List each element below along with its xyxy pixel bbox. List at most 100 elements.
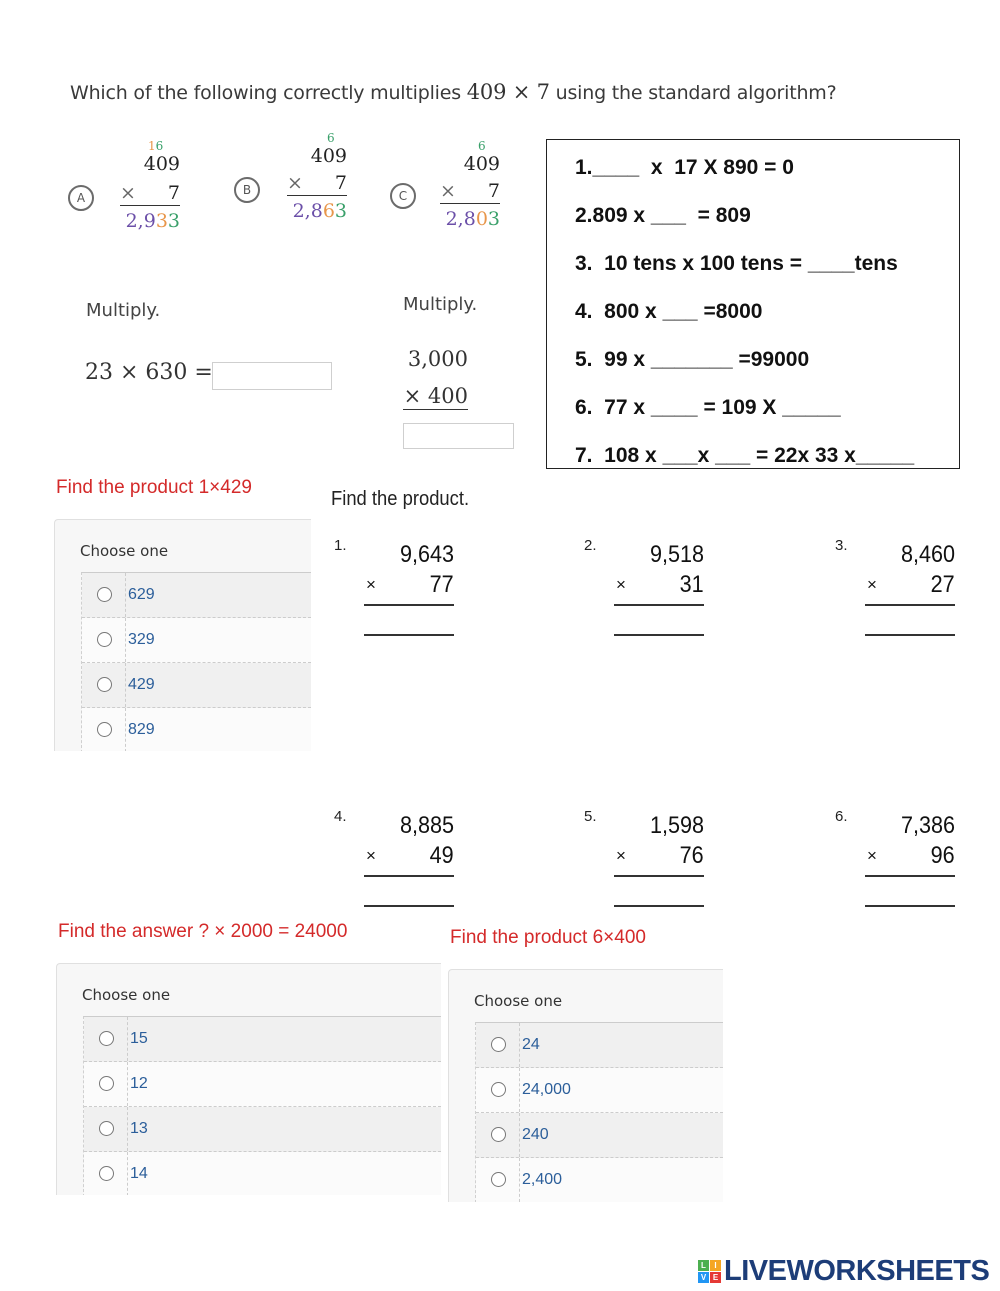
- option-row[interactable]: 829: [82, 708, 311, 751]
- options-list: 24 24,000 240 2,400: [475, 1022, 723, 1202]
- fill-item[interactable]: 3. 10 tens x 100 tens = ____tens: [575, 242, 959, 290]
- multiply-answer-input[interactable]: [403, 423, 514, 449]
- product-problem: 4. 8,885 × 49: [334, 808, 454, 907]
- choose-label: Choose one: [474, 992, 563, 1010]
- option-label[interactable]: 329: [128, 631, 155, 649]
- option-label[interactable]: 12: [130, 1075, 148, 1093]
- option-row[interactable]: 240: [476, 1113, 723, 1158]
- option-row[interactable]: 2,400: [476, 1158, 723, 1202]
- answer-line[interactable]: [364, 905, 454, 907]
- option-label[interactable]: 24: [522, 1036, 540, 1054]
- fill-item[interactable]: 4. 800 x ___ =8000: [575, 290, 959, 338]
- option-c-algorithm: 6 409 × 7 2,803: [440, 139, 500, 230]
- choose-label: Choose one: [80, 542, 169, 560]
- choose-card: Choose one 629 329 429 829: [54, 519, 311, 751]
- carry-digit: 6: [155, 139, 164, 153]
- find-product-title: Find the product.: [331, 488, 470, 510]
- answer-line[interactable]: [865, 634, 955, 636]
- multiply-label: Multiply.: [86, 300, 161, 321]
- fill-item[interactable]: 2.809 x ___ = 809: [575, 194, 959, 242]
- multiplier: 7: [334, 172, 347, 194]
- logo-tile: E: [710, 1272, 721, 1283]
- logo-tile: I: [710, 1260, 721, 1271]
- radio-button[interactable]: [99, 1076, 114, 1091]
- radio-button[interactable]: [491, 1172, 506, 1187]
- product-problem: 1. 9,643 × 77: [334, 537, 454, 636]
- mc-question: Find the product 6×400: [450, 927, 646, 948]
- answer-line[interactable]: [614, 634, 704, 636]
- fill-item[interactable]: 7. 108 x ___x ___ = 22x 33 x_____: [575, 434, 959, 482]
- mc-question: Find the answer ? × 2000 = 24000: [58, 921, 348, 942]
- choose-label: Choose one: [82, 986, 171, 1004]
- option-label[interactable]: 240: [522, 1126, 549, 1144]
- fill-item[interactable]: 6. 77 x ____ = 109 X _____: [575, 386, 959, 434]
- logo-tiles-icon: L I V E: [698, 1260, 721, 1283]
- radio-button[interactable]: [99, 1121, 114, 1136]
- multiplicand: 409: [143, 153, 180, 175]
- option-row[interactable]: 12: [84, 1062, 441, 1107]
- option-row[interactable]: 13: [84, 1107, 441, 1152]
- option-row[interactable]: 629: [82, 573, 311, 618]
- option-c-radio[interactable]: C: [390, 183, 416, 209]
- multiplicand: 409: [463, 153, 500, 175]
- question-suffix: using the standard algorithm?: [555, 82, 837, 104]
- multiply-bottom: × 400: [403, 384, 468, 410]
- carry-digit: 6: [327, 131, 335, 145]
- question-title: Which of the following correctly multipl…: [70, 80, 837, 104]
- carry-digit: 1: [148, 139, 156, 153]
- options-list: 15 12 13 14: [83, 1016, 441, 1195]
- option-label[interactable]: 429: [128, 676, 155, 694]
- times-sign: ×: [287, 172, 303, 194]
- option-label[interactable]: 15: [130, 1030, 148, 1048]
- radio-button[interactable]: [491, 1127, 506, 1142]
- radio-button[interactable]: [97, 587, 112, 602]
- radio-button[interactable]: [99, 1031, 114, 1046]
- multiply-top: 3,000: [407, 347, 468, 371]
- radio-button[interactable]: [99, 1166, 114, 1181]
- option-row[interactable]: 24,000: [476, 1068, 723, 1113]
- radio-button[interactable]: [491, 1037, 506, 1052]
- product-problem: 2. 9,518 × 31: [584, 537, 704, 636]
- product-problem: 6. 7,386 × 96: [835, 808, 955, 907]
- answer-line[interactable]: [614, 905, 704, 907]
- choose-card: Choose one 24 24,000 240 2,400: [448, 969, 723, 1202]
- times-sign: ×: [440, 180, 456, 202]
- option-row[interactable]: 429: [82, 663, 311, 708]
- options-list: 629 329 429 829: [81, 572, 311, 751]
- multiply-label: Multiply.: [403, 294, 478, 315]
- option-label[interactable]: 14: [130, 1165, 148, 1183]
- answer-line[interactable]: [865, 905, 955, 907]
- multiply-expression: 23 × 630 =: [85, 360, 213, 385]
- option-label[interactable]: 629: [128, 586, 155, 604]
- liveworksheets-logo: L I V E LIVEWORKSHEETS: [698, 1255, 990, 1288]
- fill-item[interactable]: 1.____ x 17 X 890 = 0: [575, 146, 959, 194]
- option-label[interactable]: 829: [128, 721, 155, 739]
- logo-wordmark: LIVEWORKSHEETS: [724, 1255, 990, 1287]
- radio-button[interactable]: [97, 677, 112, 692]
- mc-question: Find the product 1×429: [56, 477, 252, 498]
- radio-button[interactable]: [491, 1082, 506, 1097]
- choose-card: Choose one 15 12 13 14: [56, 963, 441, 1195]
- option-label[interactable]: 24,000: [522, 1081, 571, 1099]
- answer-line[interactable]: [364, 634, 454, 636]
- option-label[interactable]: 2,400: [522, 1171, 562, 1189]
- multiplier: 7: [167, 182, 180, 204]
- option-row[interactable]: 14: [84, 1152, 441, 1195]
- option-row[interactable]: 24: [476, 1023, 723, 1068]
- option-label[interactable]: 13: [130, 1120, 148, 1138]
- fill-in-blanks-box: 1.____ x 17 X 890 = 0 2.809 x ___ = 809 …: [546, 139, 960, 469]
- option-row[interactable]: 329: [82, 618, 311, 663]
- radio-button[interactable]: [97, 632, 112, 647]
- logo-tile: V: [698, 1272, 709, 1283]
- option-a-radio[interactable]: A: [68, 185, 94, 211]
- multiply-answer-input[interactable]: [212, 362, 332, 390]
- question-math: 409 × 7: [466, 80, 550, 104]
- multiplier: 7: [487, 180, 500, 202]
- option-b-radio[interactable]: B: [234, 177, 260, 203]
- option-a-algorithm: 16 409 × 7 2,933: [120, 139, 180, 232]
- question-prefix: Which of the following correctly multipl…: [70, 82, 461, 104]
- fill-item[interactable]: 5. 99 x _______ =99000: [575, 338, 959, 386]
- option-row[interactable]: 15: [84, 1017, 441, 1062]
- product-problem: 5. 1,598 × 76: [584, 808, 704, 907]
- radio-button[interactable]: [97, 722, 112, 737]
